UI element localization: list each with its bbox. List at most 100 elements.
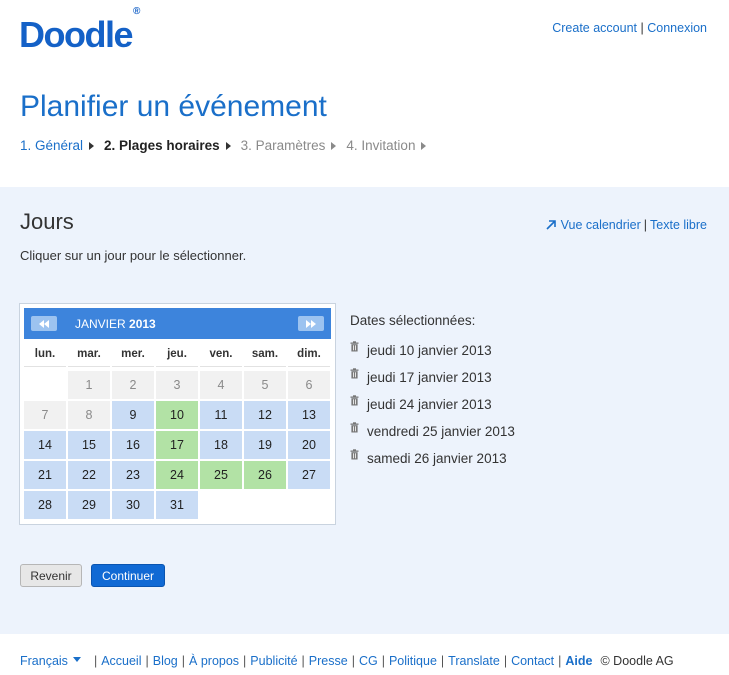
create-account-link[interactable]: Create account <box>552 21 637 35</box>
calendar-header: JANVIER 2013 <box>24 308 331 339</box>
selected-date-item: jeudi 17 janvier 2013 <box>350 364 515 391</box>
calendar-day[interactable]: 23 <box>112 461 154 489</box>
trash-icon[interactable] <box>350 395 359 406</box>
footer-link[interactable]: Politique <box>389 654 437 668</box>
calendar-day[interactable]: 25 <box>200 461 242 489</box>
separator: | <box>503 654 508 668</box>
wizard-step-label: 4. Invitation <box>346 138 416 153</box>
calendar-day[interactable]: 24 <box>156 461 198 489</box>
arrow-right-icon <box>421 141 427 150</box>
separator: | <box>558 654 562 668</box>
wizard-steps: 1. Général 2. Plages horaires 3. Paramètre… <box>20 138 436 153</box>
free-text-link[interactable]: Texte libre <box>650 218 707 232</box>
weekday-header: sam. <box>244 341 286 367</box>
calendar-day[interactable]: 31 <box>156 491 198 519</box>
login-link[interactable]: Connexion <box>647 21 707 35</box>
arrow-right-icon <box>89 141 95 150</box>
caret-down-icon[interactable] <box>72 656 81 662</box>
trash-icon[interactable] <box>350 449 359 460</box>
trash-icon[interactable] <box>350 422 359 433</box>
footer-link[interactable]: CG <box>359 654 378 668</box>
language-selector[interactable]: Français <box>20 654 68 668</box>
separator: | <box>243 654 247 668</box>
calendar-day[interactable]: 18 <box>200 431 242 459</box>
double-chevron-left-icon <box>39 319 49 328</box>
calendar-day: 2 <box>112 371 154 399</box>
footer: Français | Accueil | Blog | À propos | Publicit… <box>20 654 674 668</box>
separator: | <box>640 21 644 35</box>
copyright-text: © Doodle AG <box>600 654 674 668</box>
selected-date-label: jeudi 24 janvier 2013 <box>367 397 492 412</box>
trash-icon[interactable] <box>350 368 359 379</box>
calendar-day[interactable]: 10 <box>156 401 198 429</box>
selected-dates-title: Dates sélectionnées: <box>350 313 476 328</box>
separator: | <box>181 654 186 668</box>
help-link[interactable]: Aide <box>565 654 592 668</box>
calendar-day[interactable]: 9 <box>112 401 154 429</box>
footer-link[interactable]: Accueil <box>101 654 141 668</box>
doodle-logo[interactable]: Doodle® <box>19 6 140 56</box>
selected-date-item: jeudi 10 janvier 2013 <box>350 337 515 364</box>
next-month-button[interactable] <box>298 316 324 331</box>
calendar-month-label: JANVIER 2013 <box>75 317 156 331</box>
calendar-day[interactable]: 14 <box>24 431 66 459</box>
selected-date-item: samedi 26 janvier 2013 <box>350 445 515 472</box>
calendar-day[interactable]: 13 <box>288 401 330 429</box>
calendar-day: 4 <box>200 371 242 399</box>
weekday-header: dim. <box>288 341 330 367</box>
calendar-day: 3 <box>156 371 198 399</box>
selected-dates-list: jeudi 10 janvier 2013 jeudi 17 janvier 20… <box>350 337 515 472</box>
calendar-day[interactable]: 20 <box>288 431 330 459</box>
calendar-day[interactable]: 28 <box>24 491 66 519</box>
selected-date-item: jeudi 24 janvier 2013 <box>350 391 515 418</box>
continue-button[interactable]: Continuer <box>91 564 165 587</box>
view-switcher: Vue calendrier | Texte libre <box>545 218 707 232</box>
external-arrow-icon <box>546 220 556 230</box>
page-title: Planifier un événement <box>20 90 327 123</box>
footer-link[interactable]: Contact <box>511 654 554 668</box>
calendar-grid: lun. mar. mer. jeu. ven. sam. dim. 1 2 3 4 5 6 7 8 9 10 1… <box>24 341 331 519</box>
footer-link[interactable]: À propos <box>189 654 239 668</box>
back-button[interactable]: Revenir <box>20 564 82 587</box>
calendar-day[interactable]: 16 <box>112 431 154 459</box>
double-chevron-right-icon <box>306 319 316 328</box>
calendar-day[interactable]: 21 <box>24 461 66 489</box>
separator: | <box>301 654 305 668</box>
previous-month-button[interactable] <box>31 316 57 331</box>
wizard-step-1[interactable]: 1. Général <box>20 138 95 153</box>
month-calendar: JANVIER 2013 lun. mar. mer. jeu. ven. sam. dim… <box>19 303 336 525</box>
calendar-empty-cell <box>24 371 66 399</box>
calendar-day[interactable]: 29 <box>68 491 110 519</box>
main-panel: Jours Cliquer sur un jour pour le sélect… <box>0 187 729 634</box>
arrow-right-icon <box>331 141 337 150</box>
footer-link[interactable]: Blog <box>153 654 178 668</box>
trash-icon[interactable] <box>350 341 359 352</box>
section-title: Jours <box>20 209 74 234</box>
calendar-day[interactable]: 11 <box>200 401 242 429</box>
calendar-day[interactable]: 12 <box>244 401 286 429</box>
calendar-day[interactable]: 26 <box>244 461 286 489</box>
selected-date-label: samedi 26 janvier 2013 <box>367 451 507 466</box>
calendar-day: 5 <box>244 371 286 399</box>
calendar-day[interactable]: 17 <box>156 431 198 459</box>
wizard-step-label: 2. Plages horaires <box>104 138 220 153</box>
calendar-day[interactable]: 22 <box>68 461 110 489</box>
footer-link[interactable]: Presse <box>309 654 348 668</box>
selected-date-label: jeudi 17 janvier 2013 <box>367 370 492 385</box>
calendar-day[interactable]: 27 <box>288 461 330 489</box>
separator: | <box>145 654 149 668</box>
calendar-day: 1 <box>68 371 110 399</box>
calendar-view-link[interactable]: Vue calendrier <box>561 218 641 232</box>
separator: | <box>93 654 98 668</box>
calendar-day: 6 <box>288 371 330 399</box>
calendar-day[interactable]: 15 <box>68 431 110 459</box>
header: Doodle® Create account | Connexion Plani… <box>0 0 729 187</box>
footer-link[interactable]: Translate <box>448 654 500 668</box>
separator: | <box>351 654 355 668</box>
calendar-day[interactable]: 19 <box>244 431 286 459</box>
calendar-day[interactable]: 30 <box>112 491 154 519</box>
footer-link[interactable]: Publicité <box>250 654 297 668</box>
arrow-right-icon <box>225 141 231 150</box>
separator: | <box>381 654 385 668</box>
calendar-day: 7 <box>24 401 66 429</box>
